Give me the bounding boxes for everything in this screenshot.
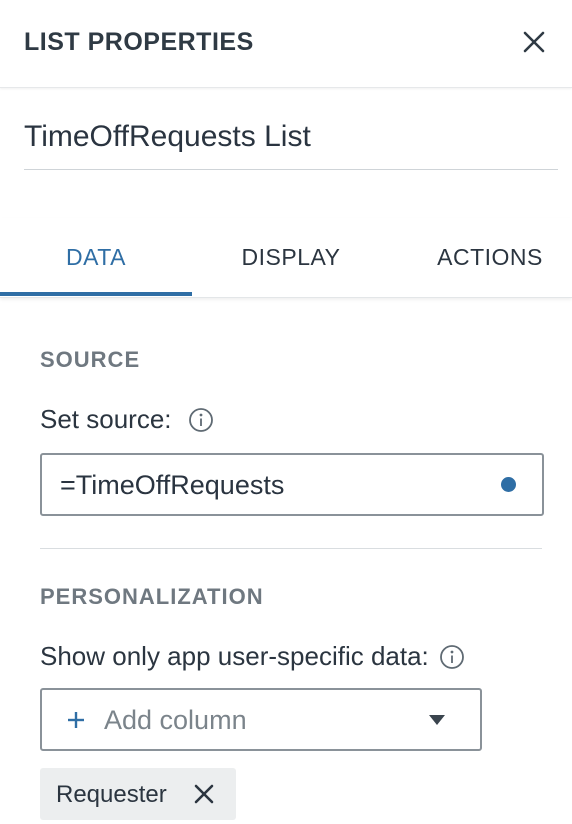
panel-header: LIST PROPERTIES xyxy=(0,0,572,88)
set-source-label-text: Set source: xyxy=(40,404,172,434)
section-divider xyxy=(40,548,542,549)
add-column-placeholder: Add column xyxy=(104,705,247,735)
add-column-select[interactable]: Add column xyxy=(40,688,482,751)
personalization-heading: PERSONALIZATION xyxy=(40,584,264,609)
chip-label: Requester xyxy=(56,781,167,808)
user-specific-data-label: Show only app user-specific data: xyxy=(40,641,465,672)
tab-actions[interactable]: ACTIONS xyxy=(390,218,572,296)
source-value[interactable]: =TimeOffRequests xyxy=(60,470,284,501)
status-dot-indicator xyxy=(501,477,516,492)
requester-chip: Requester xyxy=(40,768,236,820)
close-button[interactable] xyxy=(516,24,552,60)
plus-icon xyxy=(64,706,88,734)
panel-title: LIST PROPERTIES xyxy=(24,28,254,56)
remove-icon[interactable] xyxy=(194,784,214,804)
list-name-value[interactable]: TimeOffRequests List xyxy=(24,120,311,154)
source-input[interactable]: =TimeOffRequests xyxy=(40,453,544,516)
user-specific-data-label-text: Show only app user-specific data: xyxy=(40,641,429,671)
info-icon[interactable] xyxy=(439,644,465,670)
chip-remove-button[interactable] xyxy=(190,780,218,808)
tab-data[interactable]: DATA xyxy=(0,218,192,296)
info-icon[interactable] xyxy=(188,407,214,433)
set-source-label: Set source: xyxy=(40,404,214,435)
caret-down-icon[interactable] xyxy=(428,714,446,726)
close-icon[interactable] xyxy=(523,31,545,53)
list-name-field[interactable]: TimeOffRequests List xyxy=(24,108,558,170)
tab-display[interactable]: DISPLAY xyxy=(192,218,390,296)
active-tab-indicator xyxy=(0,292,192,296)
source-heading: SOURCE xyxy=(40,347,141,372)
tab-bar: DATA DISPLAY ACTIONS xyxy=(0,218,572,298)
